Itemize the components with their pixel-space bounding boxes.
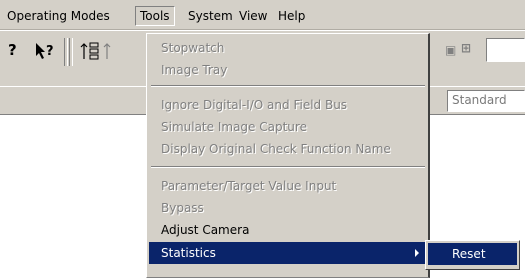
grid-icon[interactable]: ▣ <box>445 43 456 57</box>
context-help-icon[interactable]: ? <box>34 41 58 65</box>
menu-tools[interactable]: Tools <box>135 6 175 26</box>
menu-item-display-original-name[interactable]: Display Original Check Function Name <box>149 138 427 160</box>
menu-item-statistics[interactable]: Statistics <box>149 242 427 264</box>
toolbar-separator <box>69 38 73 66</box>
menu-item-reset[interactable]: Reset <box>428 243 517 265</box>
menu-system[interactable]: System <box>183 7 238 25</box>
menu-item-statistics-label: Statistics <box>161 246 216 260</box>
menu-item-stopwatch[interactable]: Stopwatch <box>149 37 427 59</box>
menu-separator <box>151 85 425 87</box>
mode-combo[interactable]: Standard <box>447 90 525 112</box>
tools-dropdown-menu: Stopwatch Image Tray Ignore Digital-I/O … <box>146 33 430 278</box>
layout-icon[interactable]: ⊞ <box>461 41 471 55</box>
sort-list-svg-icon <box>80 42 111 60</box>
menu-item-image-tray[interactable]: Image Tray <box>149 59 427 81</box>
toolbar-field[interactable] <box>486 38 525 62</box>
help-icon[interactable]: ? <box>8 41 17 59</box>
statistics-submenu: Reset <box>425 240 520 270</box>
menu-item-bypass[interactable]: Bypass <box>149 197 427 219</box>
sort-list-icon[interactable] <box>80 41 116 67</box>
context-help-arrow-icon: ? <box>36 43 54 59</box>
toolbar-separator <box>64 38 68 66</box>
menu-operating-modes[interactable]: Operating Modes <box>2 7 115 25</box>
menu-help[interactable]: Help <box>273 7 310 25</box>
menu-item-simulate-image-capture[interactable]: Simulate Image Capture <box>149 116 427 138</box>
menu-separator <box>151 166 425 168</box>
menu-item-parameter-input[interactable]: Parameter/Target Value Input <box>149 175 427 197</box>
svg-text:?: ? <box>46 44 54 59</box>
menu-item-ignore-digital-io[interactable]: Ignore Digital-I/O and Field Bus <box>149 94 427 116</box>
menu-item-adjust-camera[interactable]: Adjust Camera <box>149 219 427 241</box>
menu-bar: Operating Modes Tools System View Help <box>0 0 525 30</box>
submenu-arrow-icon <box>415 249 419 257</box>
menu-view[interactable]: View <box>234 7 272 25</box>
